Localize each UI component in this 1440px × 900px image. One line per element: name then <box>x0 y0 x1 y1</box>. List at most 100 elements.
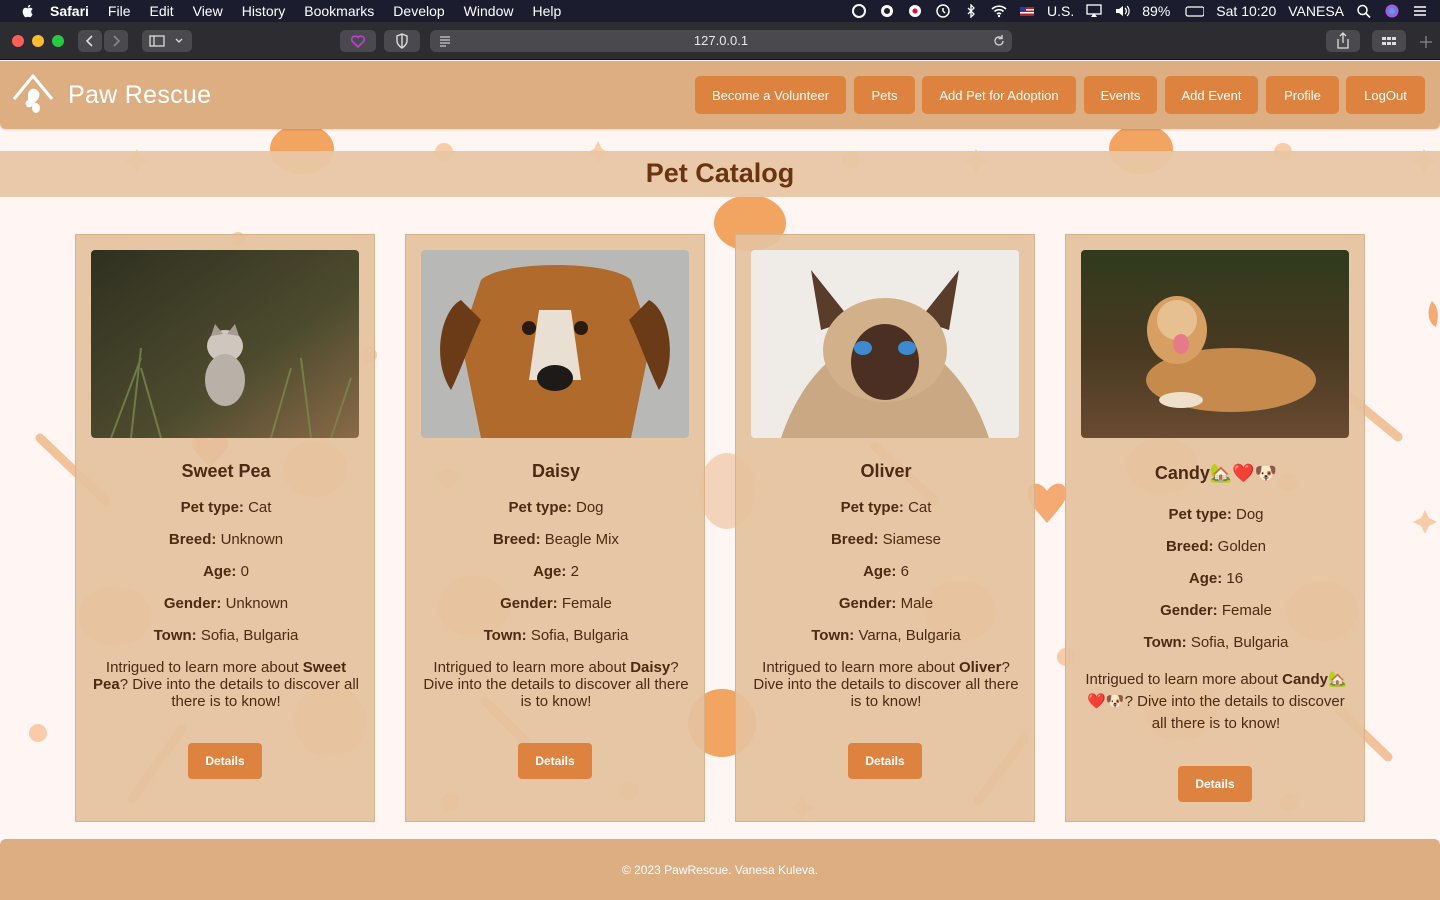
pet-name: Sweet Pea <box>181 461 271 481</box>
details-button[interactable]: Details <box>518 743 592 779</box>
grammarly-icon[interactable] <box>907 4 923 18</box>
sidebar-toggle-button[interactable] <box>142 30 192 52</box>
pet-card-oliver: Oliver Pet type: Cat Breed: Siamese Age:… <box>735 234 1035 822</box>
town-label: Town: <box>153 627 197 644</box>
reload-icon[interactable] <box>992 34 1006 48</box>
menu-develop[interactable]: Develop <box>393 0 444 22</box>
age-value: 2 <box>570 563 579 580</box>
desc-pet-name: Daisy <box>630 659 671 676</box>
nav-become-volunteer[interactable]: Become a Volunteer <box>695 76 846 114</box>
new-tab-icon[interactable] <box>1418 34 1434 50</box>
pet-description: Intrigued to learn more about Sweet Pea?… <box>90 659 362 710</box>
pet-type-label: Pet type: <box>1168 506 1232 523</box>
golden-retriever-photo <box>1081 250 1349 438</box>
nav-logout[interactable]: LogOut <box>1346 76 1425 114</box>
pet-type-label: Pet type: <box>180 499 244 516</box>
age-value: 6 <box>900 563 909 580</box>
nav-add-pet-for-adoption[interactable]: Add Pet for Adoption <box>922 76 1076 114</box>
back-button[interactable] <box>78 30 102 52</box>
menu-bookmarks[interactable]: Bookmarks <box>304 0 374 22</box>
address-bar[interactable]: 127.0.0.1 <box>430 30 1012 52</box>
breed-value: Siamese <box>882 531 942 548</box>
desc-prefix: Intrigued to learn more about <box>762 659 959 676</box>
heart-extension-icon <box>350 35 366 49</box>
gender-field: Gender: Male <box>736 595 1036 612</box>
pet-type-label: Pet type: <box>840 499 904 516</box>
menu-app-name[interactable]: Safari <box>50 0 89 22</box>
us-flag-icon[interactable] <box>1019 4 1035 18</box>
share-button[interactable] <box>1326 30 1360 52</box>
extension-button[interactable] <box>340 30 376 52</box>
tab-overview-button[interactable] <box>1372 30 1406 52</box>
gender-value: Female <box>1221 602 1272 619</box>
battery-icon[interactable] <box>1182 4 1205 18</box>
desc-prefix: Intrigued to learn more about <box>433 659 631 676</box>
breed-field: Breed: Beagle Mix <box>406 531 706 548</box>
shield-icon <box>396 33 408 49</box>
menu-help[interactable]: Help <box>532 0 561 22</box>
creative-cloud-icon[interactable] <box>851 4 867 18</box>
town-label: Town: <box>483 627 527 644</box>
privacy-shield-button[interactable] <box>384 30 420 52</box>
pet-card-daisy: Daisy Pet type: Dog Breed: Beagle Mix Ag… <box>405 234 705 822</box>
share-icon <box>1337 32 1349 49</box>
notification-center-icon[interactable] <box>1412 4 1428 18</box>
details-button[interactable]: Details <box>1178 766 1252 802</box>
nav-pets[interactable]: Pets <box>854 76 915 114</box>
town-field: Town: Sofia, Bulgaria <box>1066 634 1366 651</box>
reader-mode-icon[interactable] <box>438 34 452 48</box>
age-field: Age: 16 <box>1066 570 1366 587</box>
age-field: Age: 6 <box>736 563 1036 580</box>
user-name[interactable]: VANESA <box>1288 3 1344 19</box>
zoom-window-button[interactable] <box>52 35 64 47</box>
battery-percent[interactable]: 89% <box>1142 3 1170 19</box>
breed-value: Golden <box>1217 538 1267 555</box>
menu-window[interactable]: Window <box>464 0 514 22</box>
wifi-icon[interactable] <box>991 4 1007 18</box>
close-window-button[interactable] <box>12 35 24 47</box>
gender-field: Gender: Female <box>406 595 706 612</box>
forward-button[interactable] <box>104 30 128 52</box>
town-field: Town: Sofia, Bulgaria <box>406 627 706 644</box>
age-label: Age: <box>1188 570 1223 587</box>
spotlight-search-icon[interactable] <box>1356 4 1372 18</box>
web-page: Paw Rescue Become a Volunteer Pets Add P… <box>0 61 1440 900</box>
sync-status-icon[interactable] <box>879 4 895 18</box>
volume-icon[interactable] <box>1114 4 1130 18</box>
nav-profile[interactable]: Profile <box>1266 76 1339 114</box>
pet-card-candy: Candy🏡❤️🐶 Pet type: Dog Breed: Golden Ag… <box>1065 234 1365 822</box>
bluetooth-icon[interactable] <box>963 4 979 18</box>
clock[interactable]: Sat 10:20 <box>1216 3 1276 19</box>
gender-label: Gender: <box>838 595 897 612</box>
apple-menu-icon[interactable] <box>20 3 36 19</box>
town-field: Town: Sofia, Bulgaria <box>76 627 376 644</box>
town-value: Varna, Bulgaria <box>858 627 961 644</box>
gender-value: Unknown <box>225 595 289 612</box>
nav-events[interactable]: Events <box>1084 76 1157 114</box>
town-value: Sofia, Bulgaria <box>1190 634 1289 651</box>
site-logo-text[interactable]: Paw Rescue <box>68 81 211 110</box>
pet-type-value: Dog <box>1236 506 1264 523</box>
gender-field: Gender: Unknown <box>76 595 376 612</box>
details-button[interactable]: Details <box>848 743 922 779</box>
input-source-label[interactable]: U.S. <box>1047 3 1074 19</box>
pet-type-field: Pet type: Cat <box>736 499 1036 516</box>
pet-type-field: Pet type: Dog <box>406 499 706 516</box>
chevron-right-icon <box>113 35 121 47</box>
breed-value: Beagle Mix <box>544 531 619 548</box>
minimize-window-button[interactable] <box>32 35 44 47</box>
desc-pet-name: Oliver <box>958 659 1002 676</box>
paw-rescue-logo-icon[interactable] <box>10 71 56 119</box>
siri-icon[interactable] <box>1384 4 1400 18</box>
menu-history[interactable]: History <box>242 0 286 22</box>
age-label: Age: <box>203 563 237 580</box>
menu-edit[interactable]: Edit <box>149 0 173 22</box>
menu-file[interactable]: File <box>108 0 131 22</box>
airplay-icon[interactable] <box>1086 4 1102 18</box>
time-machine-icon[interactable] <box>935 4 951 18</box>
gender-label: Gender: <box>1160 602 1218 619</box>
nav-add-event[interactable]: Add Event <box>1165 76 1258 114</box>
menu-view[interactable]: View <box>193 0 223 22</box>
details-button[interactable]: Details <box>188 743 262 779</box>
breed-label: Breed: <box>493 531 541 548</box>
